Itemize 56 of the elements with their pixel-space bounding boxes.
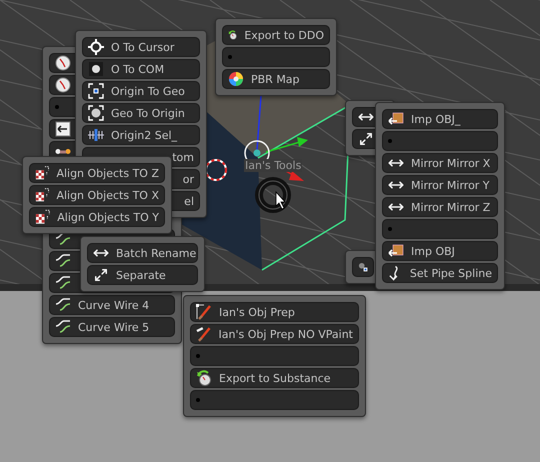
bars-icon — [88, 127, 104, 143]
curve-icon — [55, 275, 71, 291]
brush-icon — [196, 304, 212, 320]
dot-icon — [388, 139, 392, 143]
nodes-icon — [55, 148, 71, 154]
dot-icon — [196, 398, 200, 402]
menu-item[interactable]: Imp OBJ_ — [382, 109, 498, 129]
pie-menu-title: Ian's Tools — [244, 159, 302, 172]
curve-icon — [55, 231, 71, 247]
clock-icon — [55, 77, 71, 93]
box-arrow-icon — [388, 111, 404, 127]
menu-item[interactable]: Geo To Origin — [82, 103, 200, 123]
menu-item[interactable]: O To COM — [82, 59, 200, 79]
menu-item[interactable]: Origin To Geo — [82, 81, 200, 101]
curve-icon — [55, 319, 71, 335]
menu-item[interactable]: Separate — [87, 265, 198, 285]
expand-icon — [358, 131, 374, 147]
checker-icon — [35, 209, 50, 225]
bone-brush-icon — [196, 326, 212, 342]
menu-item[interactable]: Ian's Obj Prep NO VPaint — [190, 324, 359, 344]
menu-item[interactable]: Align Objects TO X — [29, 185, 165, 205]
box-arrow-icon — [388, 243, 404, 259]
menu-item[interactable]: Ian's Obj Prep — [190, 302, 359, 322]
crosshair-icon — [88, 39, 104, 55]
frame-sphere-icon — [88, 105, 104, 121]
dot-icon — [388, 227, 392, 231]
menu-item[interactable]: Imp OBJ — [382, 241, 498, 261]
checker-icon — [35, 187, 50, 203]
menu-item[interactable]: Batch Rename — [87, 243, 198, 263]
menu-item[interactable]: Mirror Mirror Y — [382, 175, 498, 195]
menu-item[interactable]: PBR Map — [222, 69, 330, 89]
menu-item[interactable]: Origin2 Sel_ — [82, 125, 200, 145]
curve-icon — [55, 297, 71, 313]
menu-item[interactable]: Mirror Mirror Z — [382, 197, 498, 217]
menu-item[interactable]: Set Pipe Spline — [382, 263, 498, 283]
menu-item[interactable] — [352, 257, 374, 277]
menu-item[interactable]: Align Objects TO Z — [29, 163, 165, 183]
pie-center-icon — [254, 176, 292, 214]
dot-icon — [228, 55, 232, 59]
dot-icon — [196, 354, 200, 358]
menu-item[interactable]: Align Objects TO Y — [29, 207, 165, 227]
color-wheel-icon — [228, 71, 244, 87]
clock-refresh-icon — [196, 370, 212, 386]
menu-item[interactable]: Mirror Mirror X — [382, 153, 498, 173]
menu-item[interactable]: Export to DDO — [222, 25, 330, 45]
menu-item[interactable]: Curve Wire 4 — [49, 295, 175, 315]
frame-dot-icon — [88, 83, 104, 99]
menu-item[interactable]: Curve Wire 5 — [49, 317, 175, 337]
expand-icon — [93, 267, 109, 283]
cursor-ring-icon — [205, 159, 227, 181]
curve-icon — [55, 253, 71, 269]
menu-item[interactable]: Export to Substance — [190, 368, 359, 388]
checker-icon — [35, 165, 50, 181]
menu-item[interactable]: O To Cursor — [82, 37, 200, 57]
dot-icon — [55, 105, 59, 109]
clock-icon — [55, 55, 71, 71]
